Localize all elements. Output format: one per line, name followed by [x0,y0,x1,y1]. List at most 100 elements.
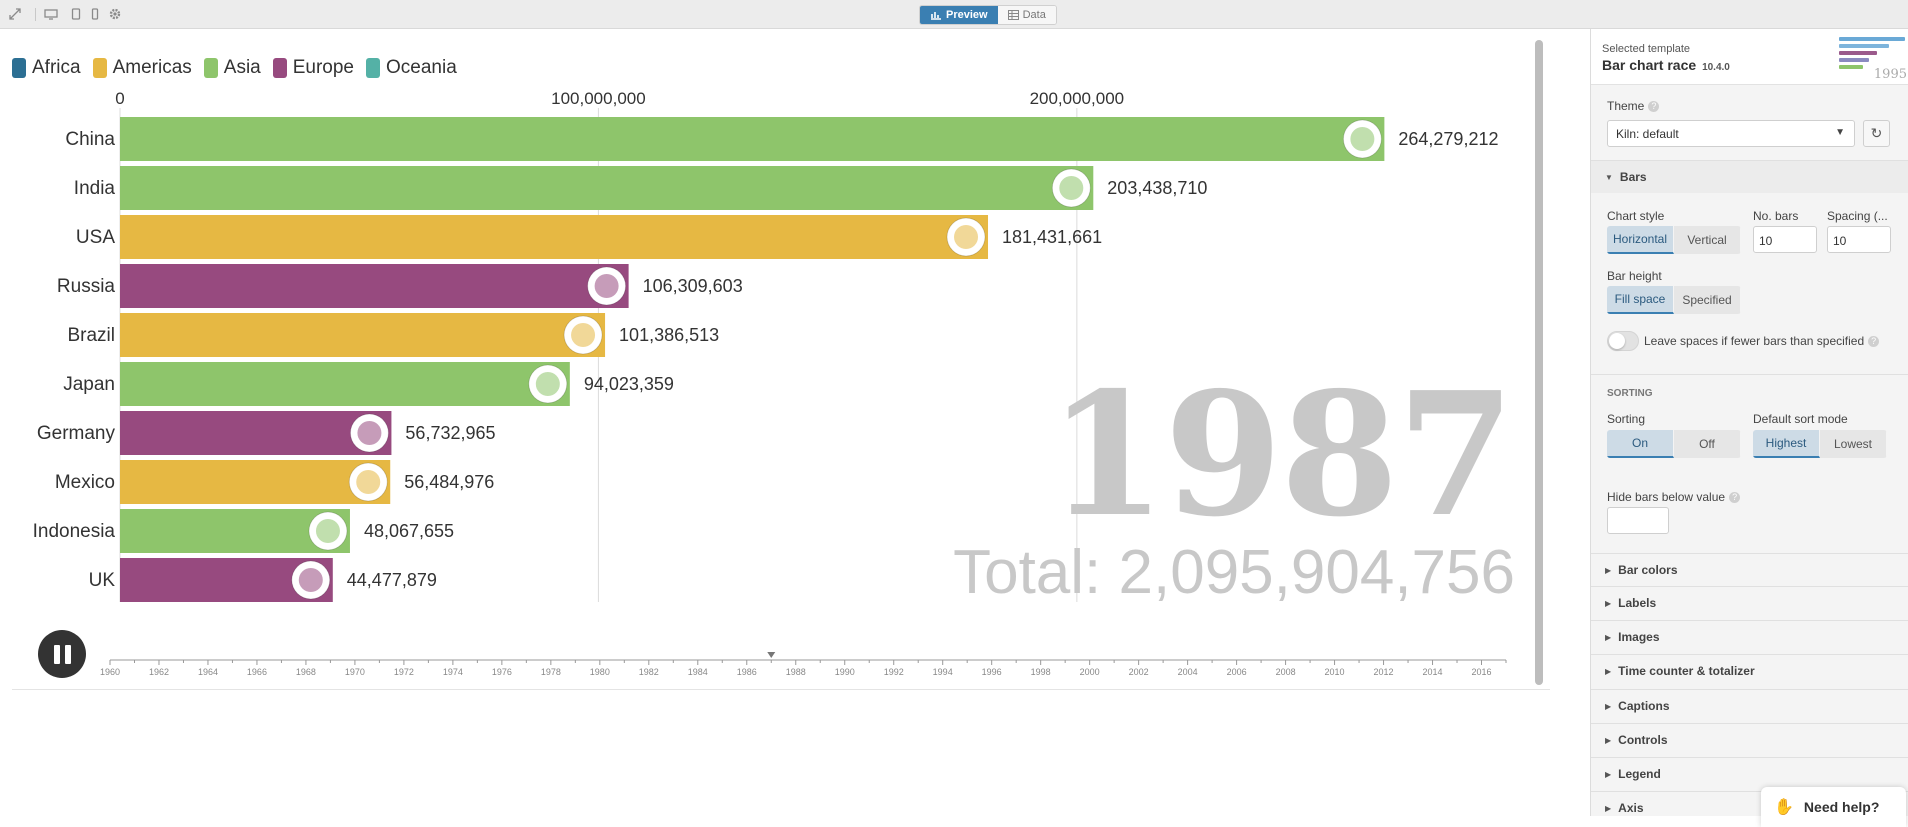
template-name[interactable]: Bar chart race 10.4.0 [1602,57,1730,73]
category-label: USA [76,227,115,248]
flag-icon-inner [535,372,560,396]
help-icon[interactable]: ? [1729,492,1741,503]
timeline-label: 2004 [1178,667,1198,677]
pause-button[interactable] [38,630,86,678]
timeline-label: 1988 [786,667,806,677]
template-header: Selected template Bar chart race 10.4.0 … [1591,29,1908,85]
section-labels[interactable]: ▶ Labels [1591,586,1908,619]
timeline-label: 1982 [639,667,659,677]
template-version: 10.4.0 [1702,62,1730,73]
spacing-label: Spacing (... [1827,209,1888,223]
sort-highest[interactable]: Highest [1753,430,1820,458]
chevron-right-icon: ▶ [1605,565,1612,575]
value-label: 56,484,976 [404,472,494,492]
sorting-subsection [1591,374,1908,375]
timeline-label: 1986 [737,667,757,677]
timeline-label: 1980 [590,667,610,677]
refresh-theme-button[interactable]: ↻ [1863,120,1890,147]
category-label: UK [89,570,116,591]
theme-label: Theme? [1607,99,1660,113]
flag-icon-inner [1350,127,1375,151]
chevron-down-icon: ▼ [1605,172,1613,182]
timeline-label: 2010 [1325,667,1345,677]
section-bars[interactable]: ▼ Bars [1591,160,1908,193]
theme-label-text: Theme [1607,99,1645,113]
timeline-label: 1998 [1031,667,1051,677]
value-label: 44,477,879 [347,570,437,590]
year-counter: 1987 [1047,355,1515,555]
value-label: 56,732,965 [405,423,495,443]
need-help-button[interactable]: ✋ Need help? [1761,787,1906,827]
bar-height-fill-space[interactable]: Fill space [1607,286,1674,314]
flag-icon-inner [356,470,381,494]
section-time-counter[interactable]: ▶ Time counter & totalizer [1591,654,1908,687]
bar-height-specified[interactable]: Specified [1674,286,1741,314]
sorting-off[interactable]: Off [1674,430,1741,458]
timeline-label: 2012 [1374,667,1394,677]
no-bars-input[interactable]: 10 [1753,226,1817,253]
category-label: Japan [63,374,115,395]
chevron-right-icon: ▶ [1605,769,1612,779]
spacing-input[interactable]: 10 [1827,226,1891,253]
chart-style-label: Chart style [1607,209,1665,223]
category-label: Brazil [67,325,115,346]
thumb-bar [1839,44,1889,48]
sorting-toggle: On Off [1607,430,1741,458]
default-sort-toggle: Highest Lowest [1753,430,1887,458]
timeline-label: 1968 [296,667,316,677]
bar-height-label: Bar height [1607,269,1662,283]
thumb-bar [1839,51,1877,55]
total-counter: Total: 2,095,904,756 [953,538,1515,607]
hide-bars-label: Hide bars below value? [1607,490,1741,504]
section-bars-label: Bars [1619,170,1647,184]
chevron-right-icon: ▶ [1605,735,1612,745]
chart-style-horizontal[interactable]: Horizontal [1607,226,1674,254]
category-label: Indonesia [33,521,116,542]
timeline-label: 1970 [345,667,365,677]
flag-icon-inner [315,519,340,543]
section-label: Time counter & totalizer [1618,664,1755,678]
value-label: 181,431,661 [1002,227,1102,247]
theme-select[interactable]: Kiln: default ▼ [1607,120,1855,147]
sorting-label: Sorting [1607,412,1646,426]
section-captions[interactable]: ▶ Captions [1591,689,1908,722]
template-thumbnail[interactable]: 1995 [1831,33,1908,83]
timeline-label: 2014 [1423,667,1443,677]
section-bar-colors[interactable]: ▶ Bar colors [1591,553,1908,586]
toggle-knob [1609,333,1625,349]
section-label: Labels [1618,596,1657,610]
need-help-label: Need help? [1803,799,1880,815]
sort-lowest[interactable]: Lowest [1820,430,1887,458]
timeline-handle[interactable] [767,652,776,658]
chart-style-vertical[interactable]: Vertical [1674,226,1741,254]
leave-spaces-toggle[interactable] [1607,331,1639,351]
thumb-bar [1839,58,1869,62]
preview-scrollbar[interactable] [1535,40,1543,685]
bar [120,166,1094,210]
value-label: 48,067,655 [364,521,454,541]
timeline-label: 2000 [1080,667,1100,677]
section-controls[interactable]: ▶ Controls [1591,723,1908,756]
section-label: Controls [1618,733,1668,747]
timeline-label: 1974 [443,667,463,677]
hide-bars-input[interactable] [1607,507,1669,534]
value-label: 203,438,710 [1107,178,1207,198]
timeline-label: 2008 [1276,667,1296,677]
bar [120,362,570,406]
bar [120,313,606,357]
sorting-on[interactable]: On [1607,430,1674,458]
thumb-bar [1839,37,1905,41]
refresh-icon: ↻ [1870,125,1883,141]
timeline-label: 1964 [198,667,218,677]
timeline-label: 2002 [1129,667,1149,677]
section-label: Captions [1618,699,1670,713]
section-images[interactable]: ▶ Images [1591,620,1908,653]
help-icon[interactable]: ? [1648,101,1660,112]
section-legend[interactable]: ▶ Legend [1591,757,1908,790]
chevron-down-icon: ▼ [1835,127,1845,138]
flag-icon-inner [571,323,596,347]
help-icon[interactable]: ? [1868,336,1880,347]
pause-icon-bar [64,644,71,664]
timeline-label: 1976 [492,667,512,677]
value-label: 106,309,603 [643,276,743,296]
